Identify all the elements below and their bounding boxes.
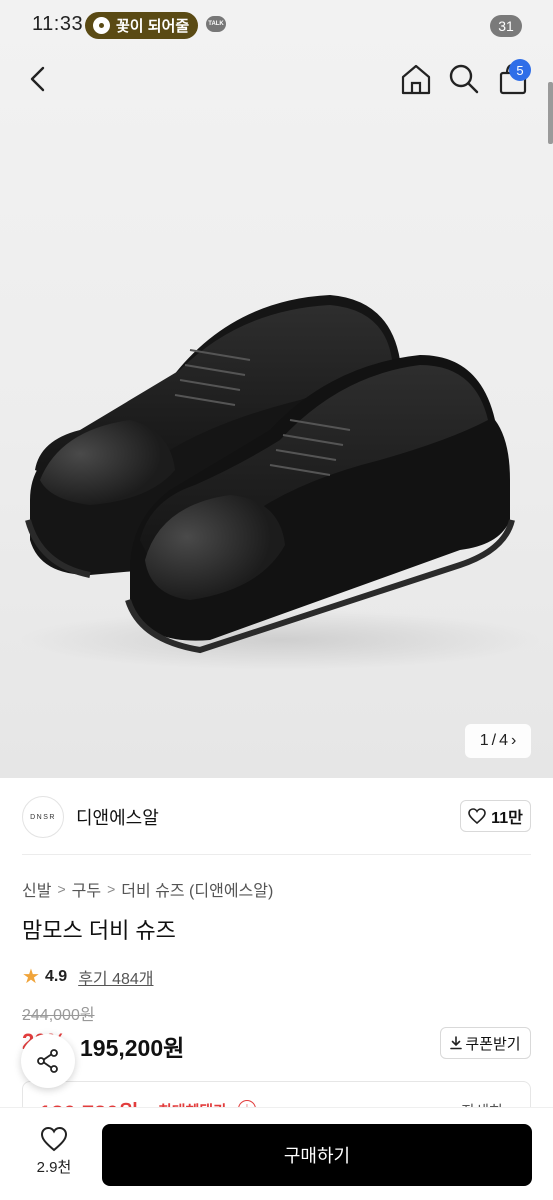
rating-value: 4.9 (44, 968, 68, 985)
status-bar: 11:33 꽃이 되어줄 TALK 31 (0, 0, 553, 50)
notification-pill-text: 꽃이 되어줄 (116, 18, 190, 35)
product-image-gallery[interactable] (0, 0, 553, 778)
heart-icon (40, 1126, 68, 1152)
status-time: 11:33 (32, 13, 84, 35)
review-link[interactable]: 후기 484개 (78, 965, 153, 989)
rating-row: ★ 4.9 후기 484개 (22, 965, 154, 989)
sale-price: 195,200원 (80, 1035, 185, 1061)
share-button[interactable] (21, 1034, 75, 1088)
back-button[interactable] (22, 62, 56, 96)
gallery-total: 4 (499, 732, 508, 749)
brand-logo[interactable]: DNSR (22, 796, 64, 838)
product-photo-derby-shoes (20, 295, 540, 670)
scrollbar[interactable] (548, 82, 553, 144)
original-price: 244,000원 (22, 1007, 95, 1024)
chevron-right-icon: › (510, 732, 517, 749)
divider (22, 854, 531, 855)
brand-name[interactable]: 디앤에스알 (76, 804, 159, 830)
product-title: 맘모스 더비 슈즈 (22, 918, 176, 943)
wishlist-button[interactable]: 2.9천 (28, 1126, 80, 1186)
cart-count-badge: 5 (509, 59, 531, 81)
brand-like-count: 11만 (491, 810, 523, 827)
brand-row[interactable]: DNSR 디앤에스알 11만 (0, 778, 553, 856)
breadcrumb-item[interactable]: 신발 (22, 877, 51, 901)
home-button[interactable] (398, 62, 434, 98)
brand-like-button[interactable]: 11만 (460, 800, 531, 832)
coupon-button[interactable]: 쿠폰받기 (440, 1027, 531, 1059)
breadcrumb: 신발 > 구두 > 더비 슈즈 (디앤에스알) (22, 877, 273, 901)
notification-pill: 꽃이 되어줄 (85, 12, 198, 39)
share-icon (37, 1049, 58, 1073)
heart-icon (468, 808, 486, 824)
kakaotalk-icon: TALK (206, 16, 226, 32)
search-button[interactable] (447, 62, 481, 96)
breadcrumb-item[interactable]: 구두 (72, 877, 101, 901)
breadcrumb-item[interactable]: 더비 슈즈 (디앤에스알) (121, 877, 273, 901)
star-icon: ★ (22, 966, 40, 988)
chevron-right-icon: > (57, 881, 66, 897)
buy-button[interactable]: 구매하기 (102, 1124, 532, 1186)
gallery-separator: / (491, 732, 497, 749)
search-icon (449, 64, 479, 94)
chevron-right-icon: > (107, 881, 116, 897)
home-icon (401, 64, 431, 95)
back-arrow-icon (30, 66, 45, 92)
download-icon (450, 1036, 463, 1050)
wishlist-count: 2.9천 (36, 1159, 72, 1176)
coupon-label: 쿠폰받기 (465, 1035, 521, 1053)
gallery-counter[interactable]: 1 / 4 › (465, 724, 531, 758)
bottom-action-bar: 2.9천 구매하기 (0, 1107, 553, 1200)
music-icon (93, 17, 110, 34)
battery-indicator: 31 (490, 15, 522, 37)
gallery-current: 1 (479, 732, 489, 749)
